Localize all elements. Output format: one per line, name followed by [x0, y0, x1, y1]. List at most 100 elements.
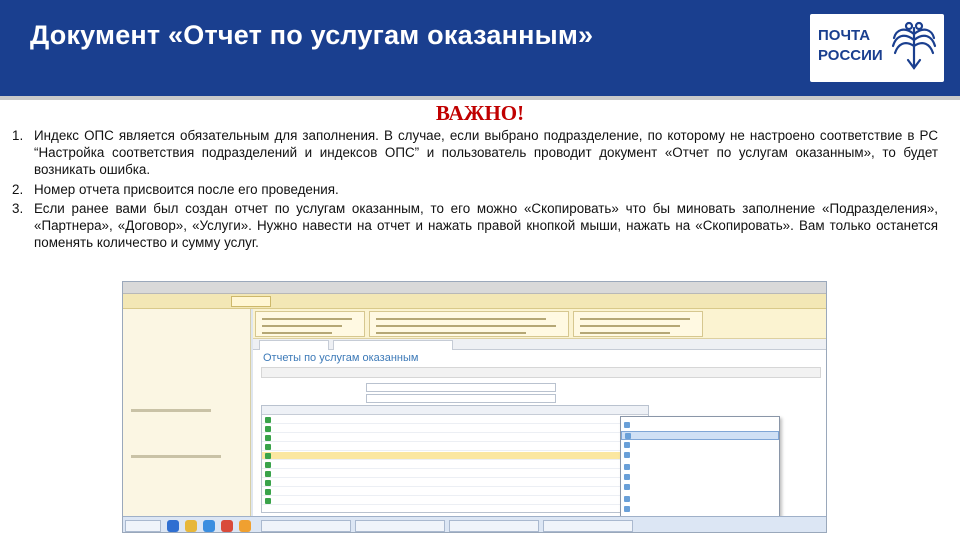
folder-icon[interactable] [185, 520, 197, 532]
filter-input[interactable] [366, 394, 556, 403]
window-title-bar [123, 282, 826, 294]
panel-line [262, 332, 332, 334]
panel-line [376, 332, 526, 334]
panel-line [580, 318, 690, 320]
context-menu-item[interactable] [621, 451, 779, 460]
app-screenshot: Отчеты по услугам оказанным [122, 281, 827, 533]
note-number: 3. [12, 200, 24, 216]
list-toolbar[interactable] [261, 367, 821, 378]
table-row[interactable] [262, 488, 648, 496]
panel-line [376, 318, 546, 320]
sections-panel [123, 294, 826, 309]
note-number: 1. [12, 128, 24, 143]
menu-item-icon [624, 484, 630, 490]
panel-group [369, 311, 569, 337]
open-tabs [253, 339, 826, 350]
menu-item-icon [624, 474, 630, 480]
taskbar-window[interactable] [543, 520, 633, 532]
header-divider [0, 96, 960, 100]
taskbar-window[interactable] [355, 520, 445, 532]
panel-line [580, 332, 670, 334]
context-menu-item[interactable] [621, 441, 779, 450]
note-text: Номер отчета присвоится после его провед… [34, 181, 339, 197]
note-text: Если ранее вами был создан отчет по услу… [34, 200, 938, 251]
context-menu-item[interactable] [621, 505, 779, 514]
posted-document-icon [265, 471, 271, 477]
note-number: 2. [12, 181, 24, 197]
posted-document-icon [265, 462, 271, 468]
posted-document-icon [265, 480, 271, 486]
copy-icon [625, 433, 631, 439]
table-row[interactable] [262, 497, 648, 505]
menu-item-icon [624, 452, 630, 458]
context-menu-item[interactable] [621, 483, 779, 492]
slide-title: Документ «Отчет по услугам оказанным» [30, 20, 594, 50]
context-menu-item[interactable] [621, 463, 779, 472]
open-tab[interactable] [259, 340, 329, 350]
note-item-2: 2. Номер отчета присвоится после его про… [12, 181, 938, 198]
1c-icon[interactable] [239, 520, 251, 532]
table-row[interactable] [262, 479, 648, 487]
table-row-selected[interactable] [262, 452, 648, 460]
note-item-3: 3. Если ранее вами был создан отчет по у… [12, 200, 938, 252]
panel-line [262, 325, 342, 327]
menu-item-icon [624, 506, 630, 512]
logo-text-line2: РОССИИ [818, 47, 883, 64]
posted-document-icon [265, 444, 271, 450]
menu-item-icon [624, 442, 630, 448]
start-button[interactable] [125, 520, 161, 532]
note-item-1: 1. Индекс ОПС является обязательным для … [12, 127, 938, 179]
document-list-title: Отчеты по услугам оказанным [263, 352, 419, 364]
slide-header: Документ «Отчет по услугам оказанным» ПО… [0, 0, 960, 100]
table-row[interactable] [262, 425, 648, 433]
menu-item-icon [624, 496, 630, 502]
logo-text: ПОЧТА РОССИИ [818, 26, 883, 66]
filter-input[interactable] [366, 383, 556, 392]
logo-text-line1: ПОЧТА [818, 27, 871, 44]
table-row[interactable] [262, 461, 648, 469]
panel-line [376, 325, 556, 327]
context-menu-item[interactable] [621, 473, 779, 482]
note-text: Индекс ОПС является обязательным для зап… [34, 128, 938, 178]
section-tab-active[interactable] [231, 296, 271, 307]
taskbar-window[interactable] [261, 520, 351, 532]
table-header [262, 406, 648, 415]
windows-taskbar [123, 516, 826, 532]
russian-post-logo: ПОЧТА РОССИИ [810, 14, 944, 82]
filter-row[interactable] [261, 394, 561, 403]
sidebar-group-divider [131, 409, 211, 412]
panel-group [255, 311, 365, 337]
menu-item-icon [624, 422, 630, 428]
table-row[interactable] [262, 416, 648, 424]
sidebar-group-divider [131, 455, 221, 458]
taskbar-window[interactable] [449, 520, 539, 532]
filter-row[interactable] [261, 383, 561, 392]
navigation-sidebar [123, 309, 251, 516]
posted-document-icon [265, 435, 271, 441]
table-row[interactable] [262, 470, 648, 478]
table-row[interactable] [262, 443, 648, 451]
context-menu-item[interactable] [621, 421, 779, 430]
table-row[interactable] [262, 434, 648, 442]
posted-document-icon [265, 498, 271, 504]
posted-document-icon [265, 489, 271, 495]
posted-document-icon [265, 453, 271, 459]
menu-item-icon [624, 464, 630, 470]
posted-document-icon [265, 426, 271, 432]
reports-table[interactable] [261, 405, 649, 513]
context-menu-item[interactable] [621, 495, 779, 504]
app-icon[interactable] [203, 520, 215, 532]
posted-document-icon [265, 417, 271, 423]
important-heading: ВАЖНО! [435, 101, 525, 125]
panel-line [262, 318, 352, 320]
panel-group [573, 311, 703, 337]
context-menu-item-copy[interactable] [621, 431, 779, 440]
open-tab[interactable] [333, 340, 453, 350]
notes-list: 1. Индекс ОПС является обязательным для … [12, 127, 938, 253]
panel-line [580, 325, 680, 327]
context-menu [620, 416, 780, 522]
browser-icon[interactable] [167, 520, 179, 532]
function-panel [253, 309, 826, 339]
eagle-emblem-icon [891, 21, 937, 70]
chrome-icon[interactable] [221, 520, 233, 532]
